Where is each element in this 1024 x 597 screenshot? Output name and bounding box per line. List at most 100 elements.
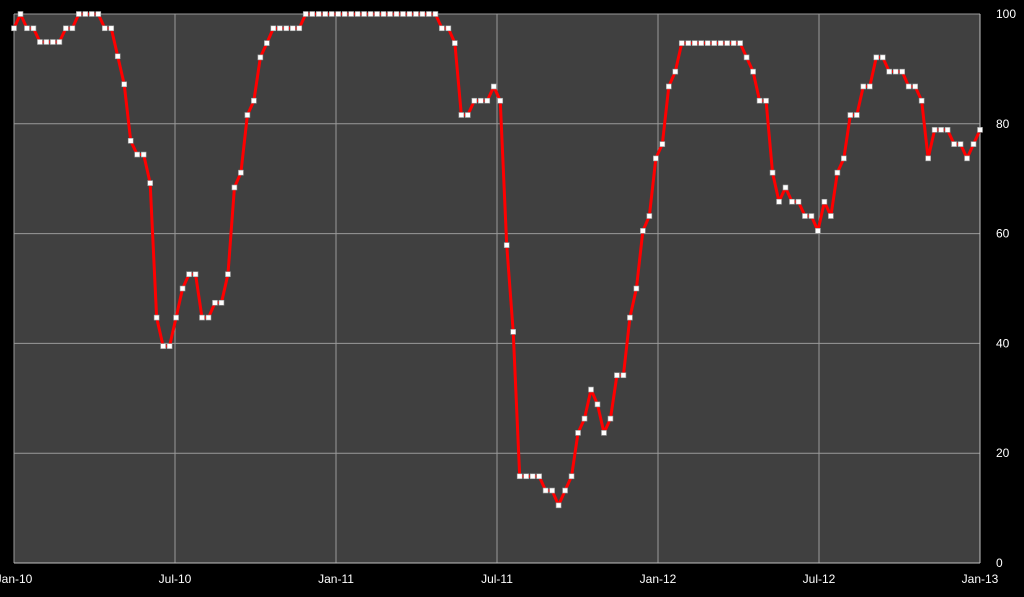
data-point [76,11,82,17]
data-point [815,228,821,234]
data-point [899,68,906,75]
data-point [315,11,322,17]
data-point [328,11,335,17]
y-tick-label: 20 [996,446,1010,460]
data-point [361,11,367,17]
data-point [854,112,860,118]
data-point [763,97,769,104]
data-point [821,198,828,205]
data-point [186,271,192,278]
data-point [212,299,218,306]
data-point [82,11,89,17]
data-point [432,11,439,17]
data-point [562,487,568,494]
data-point [847,112,854,118]
data-point [348,11,354,17]
data-point [471,97,478,104]
data-point [497,97,504,104]
y-tick-label: 0 [996,556,1003,570]
data-point [691,40,698,46]
data-point [925,155,931,162]
data-point [750,68,756,75]
data-point [555,502,562,509]
data-point [309,11,316,17]
data-point [698,40,705,46]
data-point [445,25,452,32]
data-point [465,112,471,118]
data-point [277,25,283,32]
data-point [354,11,361,17]
data-point [841,155,847,162]
data-point [614,372,620,379]
data-point [594,401,601,408]
data-point [205,314,212,321]
data-point [802,213,808,219]
data-point [257,54,264,61]
data-point [724,40,730,46]
data-point [426,11,432,17]
data-point [931,127,938,133]
data-point [912,83,918,90]
y-tick-label: 80 [996,117,1010,131]
data-point [140,151,147,158]
data-point [322,11,328,17]
data-point [251,97,257,104]
data-point [244,112,251,118]
data-point [834,169,841,176]
data-point [516,473,523,480]
data-point [95,11,102,17]
data-point [63,25,69,32]
data-point [581,415,588,422]
data-point [439,25,445,32]
data-point [147,180,153,186]
data-point [549,487,555,494]
data-point [335,11,341,17]
data-point [374,11,380,17]
data-point [341,11,348,17]
data-point [452,40,458,46]
data-point [17,11,24,17]
data-point [225,271,231,278]
data-point [588,386,594,393]
data-point [704,40,711,46]
data-point [153,314,160,321]
data-point [400,11,406,17]
data-point [575,430,581,436]
data-point [50,39,56,45]
data-point [769,169,776,176]
data-point [711,40,717,46]
data-point [685,40,692,46]
data-point [166,343,173,349]
data-point [977,127,983,133]
data-point [89,11,95,17]
data-point [957,141,964,147]
data-point [24,25,30,32]
data-point [283,25,290,32]
data-point [160,343,166,349]
data-point [490,83,497,90]
data-point [296,25,303,32]
data-point [536,473,542,480]
data-point [529,473,536,480]
data-point [672,68,679,75]
data-point [866,83,873,90]
data-point [918,97,925,104]
data-point [108,25,115,32]
x-tick-label: Jul-10 [159,572,192,586]
y-tick-label: 40 [996,336,1010,350]
data-point [717,40,724,46]
data-point [905,83,912,90]
data-point [523,473,529,480]
data-point [756,97,763,104]
data-point [264,40,270,46]
data-point [568,473,575,480]
data-point [37,39,43,45]
data-point [11,25,17,32]
data-point [659,141,666,147]
data-point [289,25,296,32]
data-point [179,285,186,292]
y-tick-label: 60 [996,227,1010,241]
data-point [30,25,37,32]
data-point [406,11,413,17]
data-point [938,127,944,133]
